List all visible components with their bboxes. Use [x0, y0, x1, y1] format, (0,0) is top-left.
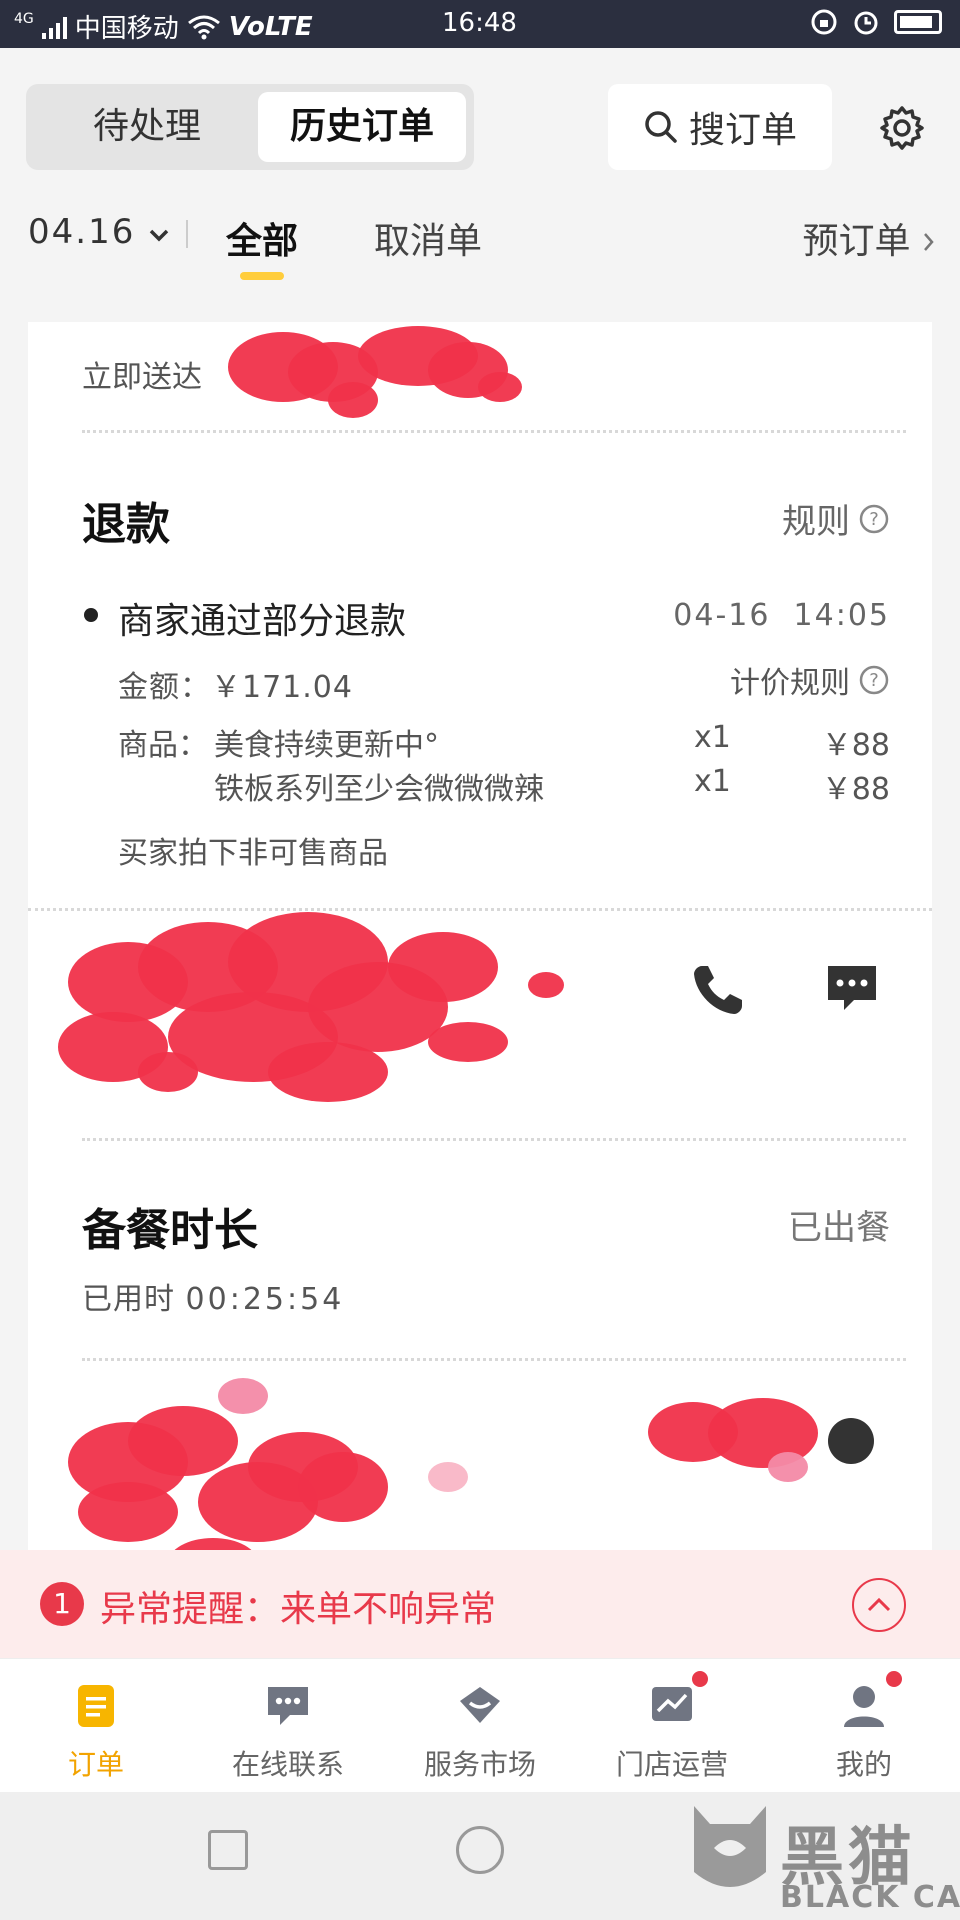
prep-elapsed-label: 已用时: [82, 1282, 175, 1317]
amount-label: 金额：: [118, 670, 211, 705]
search-orders-button[interactable]: 搜订单: [608, 84, 832, 170]
help-circle-icon: ?: [859, 504, 889, 533]
divider: [28, 908, 932, 911]
nav-label: 订单: [67, 1748, 124, 1781]
divider: [82, 1138, 906, 1141]
chevron-right-icon: [924, 233, 934, 251]
goods-item-qty: x1: [694, 720, 731, 755]
system-navigation-bar: 黑猫 BLACK CAT: [0, 1792, 960, 1920]
tab-history-orders[interactable]: 历史订单: [258, 92, 466, 162]
tab-preorder[interactable]: 预订单: [803, 212, 936, 264]
chevron-up-icon: [867, 1597, 891, 1612]
refund-reason: 买家拍下非可售商品: [118, 836, 388, 871]
wifi-icon: [187, 15, 220, 39]
location-icon: [828, 1418, 874, 1464]
tab-all[interactable]: 全部: [226, 212, 298, 264]
status-bar: 4G 中国移动 VoLTE 16:48: [0, 0, 960, 48]
svg-text:?: ?: [869, 670, 879, 691]
goods-item-price: ￥88: [821, 772, 890, 807]
divider: [186, 220, 188, 248]
recent-apps-button[interactable]: [208, 1830, 248, 1870]
nav-item-store-operation[interactable]: 门店运营: [576, 1659, 768, 1793]
prep-elapsed-value: 00:25:54: [185, 1282, 345, 1317]
battery-icon: [894, 10, 942, 34]
market-icon: [460, 1687, 500, 1723]
tab-pending[interactable]: 待处理: [34, 92, 260, 162]
notification-dot: [886, 1671, 902, 1687]
nav-item-service-market[interactable]: 服务市场: [384, 1659, 576, 1793]
watermark-en: BLACK CAT: [780, 1880, 960, 1915]
prep-elapsed-row: 已用时 00:25:54: [82, 1274, 344, 1318]
network-type: 4G: [14, 10, 34, 27]
message-icon[interactable]: [824, 962, 880, 1016]
nav-label: 我的: [835, 1748, 892, 1781]
goods-item-name: 铁板系列至少会微微微辣: [214, 772, 544, 807]
refund-amount: ￥171.04: [211, 670, 353, 705]
divider: [82, 430, 906, 433]
settings-gear-icon[interactable]: [878, 104, 926, 152]
alert-expand-button[interactable]: [852, 1578, 906, 1632]
goods-item-name: 美食持续更新中°: [214, 728, 439, 763]
price-rules-link[interactable]: 计价规则 ?: [730, 658, 890, 702]
goods-item-price: ￥88: [821, 728, 890, 763]
alert-count-badge: 1: [40, 1582, 84, 1626]
prep-status: 已出餐: [788, 1208, 890, 1248]
divider: [82, 1358, 906, 1361]
volte-indicator: VoLTE: [228, 11, 313, 42]
nav-label: 门店运营: [615, 1748, 728, 1781]
refund-title: 退款: [82, 499, 170, 550]
prep-time-title: 备餐时长: [82, 1205, 258, 1256]
filter-bar: 04.16 全部 取消单 预订单: [0, 200, 960, 290]
alert-message: 异常提醒：来单不响异常: [100, 1589, 497, 1630]
tab-cancelled[interactable]: 取消单: [374, 212, 482, 264]
clock: 16:48: [442, 8, 517, 38]
bullet-dot-icon: [84, 608, 98, 622]
signal-icon: [41, 15, 67, 39]
svg-text:?: ?: [869, 509, 879, 530]
nav-item-profile[interactable]: 我的: [768, 1659, 960, 1793]
order-detail-card: 立即送达 退款 规则 ? 商家通过部分退款 04-16 14:05 金额：￥17…: [28, 322, 932, 1550]
lock-rotation-icon: [811, 9, 837, 35]
carrier-name: 中国移动: [74, 14, 179, 44]
nav-item-online-contact[interactable]: 在线联系: [192, 1659, 384, 1793]
bottom-nav: 订单 在线联系 服务市场 门店运营 我的: [0, 1658, 960, 1792]
active-tab-indicator: [240, 272, 284, 280]
nav-label: 服务市场: [423, 1748, 536, 1781]
chevron-down-icon: [149, 229, 169, 242]
refund-amount-row: 金额：￥171.04: [118, 662, 353, 706]
date-selector[interactable]: 04.16: [28, 212, 170, 252]
refund-rules-link[interactable]: 规则 ?: [782, 494, 890, 543]
search-icon: [645, 111, 677, 143]
alarm-icon: [854, 11, 878, 35]
profile-icon: [844, 1686, 884, 1727]
nav-item-orders[interactable]: 订单: [0, 1659, 192, 1793]
date-value: 04.16: [28, 212, 136, 252]
notification-dot: [692, 1671, 708, 1687]
price-rules-label: 计价规则: [730, 666, 850, 701]
chat-icon: [268, 1687, 308, 1725]
order-type-switch: 待处理 历史订单: [26, 84, 474, 170]
operation-icon: [652, 1687, 692, 1721]
home-button[interactable]: [456, 1826, 504, 1874]
refund-rules-label: 规则: [782, 502, 850, 542]
order-icon: [78, 1685, 114, 1727]
nav-label: 在线联系: [231, 1748, 344, 1781]
alert-banner[interactable]: 1 异常提醒：来单不响异常: [0, 1550, 960, 1658]
cat-logo-icon: [694, 1806, 766, 1887]
delivery-type: 立即送达: [82, 360, 202, 395]
phone-call-icon[interactable]: [688, 960, 748, 1020]
refund-event: 商家通过部分退款: [118, 601, 407, 642]
goods-label: 商品：: [118, 728, 208, 763]
preorder-label: 预订单: [802, 221, 911, 262]
search-orders-label: 搜订单: [688, 110, 797, 151]
refund-time: 04-16 14:05: [673, 598, 890, 633]
help-circle-icon: ?: [859, 665, 889, 695]
goods-item-qty: x1: [694, 764, 731, 799]
